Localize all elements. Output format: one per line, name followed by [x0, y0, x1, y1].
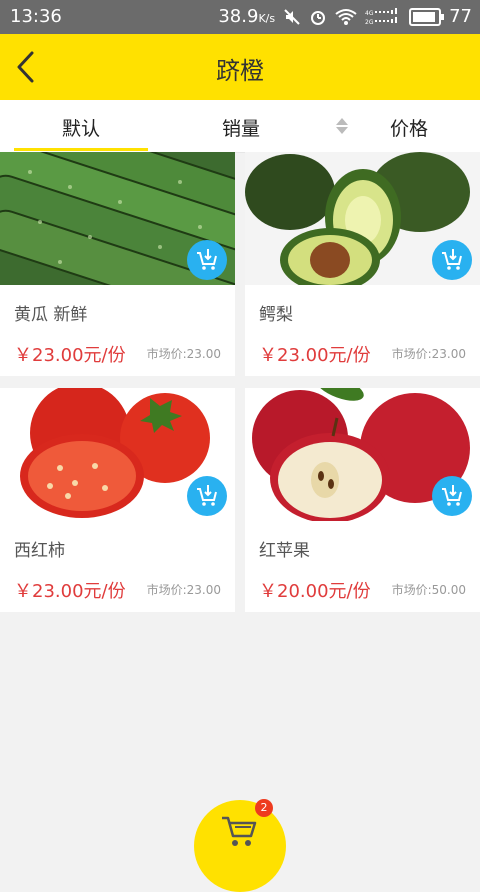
- mute-icon: [284, 8, 300, 25]
- cart-count-badge: 2: [255, 799, 273, 817]
- add-to-cart-button[interactable]: [187, 476, 227, 516]
- network-speed: 38.9K/s: [218, 6, 276, 27]
- battery-icon: [409, 7, 445, 26]
- clock: 13:36: [10, 6, 62, 27]
- market-price: 市场价:50.00: [391, 583, 466, 597]
- market-price: 市场价:23.00: [391, 347, 466, 361]
- tab-price[interactable]: 价格: [390, 114, 428, 141]
- alarm-icon: [311, 10, 326, 25]
- add-cart-icon: [442, 249, 462, 270]
- shopping-cart-icon: [222, 816, 257, 846]
- market-price: 市场价:23.00: [146, 583, 221, 597]
- product-card[interactable]: 鳄梨 ￥23.00元/份 市场价:23.00: [245, 152, 480, 376]
- status-icons: 38.9K/s 4G 2G 77: [218, 6, 472, 27]
- product-price: ￥23.00元/份: [14, 581, 126, 602]
- status-bar: 13:36 38.9K/s 4G 2G 77: [0, 0, 480, 34]
- tab-default[interactable]: 默认: [62, 114, 100, 141]
- signal-icon: 4G 2G: [365, 7, 398, 26]
- add-to-cart-button[interactable]: [187, 240, 227, 280]
- product-card[interactable]: 黄瓜 新鲜 ￥23.00元/份 市场价:23.00: [0, 152, 235, 376]
- wifi-icon: [335, 8, 357, 25]
- add-cart-icon: [197, 249, 217, 270]
- product-name: 西红柿: [14, 541, 65, 561]
- battery-level: 77: [449, 6, 472, 27]
- tab-sales[interactable]: 销量: [222, 114, 260, 141]
- svg-text:4G: 4G: [365, 10, 374, 17]
- sort-toggle-icon[interactable]: [336, 118, 348, 134]
- sort-tabs: 默认 销量 价格: [0, 100, 480, 153]
- product-price: ￥23.00元/份: [259, 345, 371, 366]
- product-name: 黄瓜 新鲜: [14, 305, 88, 325]
- product-name: 鳄梨: [259, 305, 293, 325]
- product-card[interactable]: 西红柿 ￥23.00元/份 市场价:23.00: [0, 388, 235, 612]
- product-name: 红苹果: [259, 541, 310, 561]
- market-price: 市场价:23.00: [146, 347, 221, 361]
- add-cart-icon: [442, 485, 462, 506]
- page-title: 跻橙: [216, 57, 264, 85]
- add-cart-icon: [197, 485, 217, 506]
- app-header: 跻橙: [0, 34, 480, 100]
- add-to-cart-button[interactable]: [432, 240, 472, 280]
- add-to-cart-button[interactable]: [432, 476, 472, 516]
- cart-button[interactable]: [194, 800, 286, 892]
- active-tab-indicator: [14, 148, 148, 151]
- product-price: ￥23.00元/份: [14, 345, 126, 366]
- product-price: ￥20.00元/份: [259, 581, 371, 602]
- svg-text:2G: 2G: [365, 19, 374, 26]
- product-card[interactable]: 红苹果 ￥20.00元/份 市场价:50.00: [245, 388, 480, 612]
